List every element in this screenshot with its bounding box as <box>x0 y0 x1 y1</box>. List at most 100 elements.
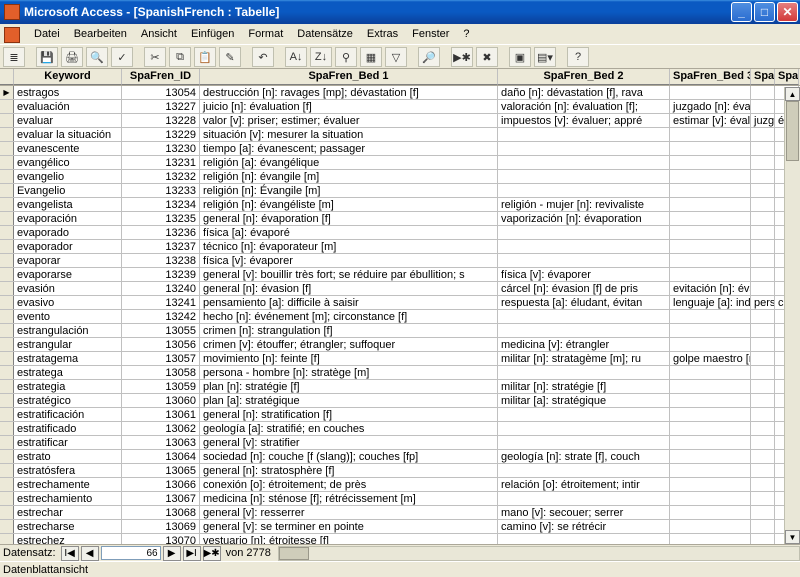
cell-bed4[interactable]: juzgar [v]: <box>751 114 775 127</box>
cell-keyword[interactable]: estratégico <box>14 394 122 407</box>
table-row[interactable]: estratificación13061general [n]: stratif… <box>0 408 800 422</box>
cell-bed2[interactable] <box>498 408 670 421</box>
table-row[interactable]: evangelio13232religión [n]: évangile [m] <box>0 170 800 184</box>
cell-bed4[interactable] <box>751 366 775 379</box>
cell-bed2[interactable]: medicina [v]: étrangler <box>498 338 670 351</box>
cell-bed1[interactable]: plan [n]: stratégie [f] <box>200 380 498 393</box>
row-selector[interactable] <box>0 268 14 281</box>
row-selector[interactable] <box>0 100 14 113</box>
cell-id[interactable]: 13062 <box>122 422 200 435</box>
next-record-button[interactable]: ▶ <box>163 546 181 561</box>
cell-bed3[interactable] <box>670 128 751 141</box>
cell-keyword[interactable]: estrangulación <box>14 324 122 337</box>
cell-bed2[interactable]: vaporización [n]: évaporation <box>498 212 670 225</box>
row-selector[interactable] <box>0 198 14 211</box>
cell-bed4[interactable] <box>751 338 775 351</box>
cell-bed3[interactable] <box>670 464 751 477</box>
cell-bed1[interactable]: general [n]: stratification [f] <box>200 408 498 421</box>
cell-id[interactable]: 13066 <box>122 478 200 491</box>
table-row[interactable]: evanescente13230tiempo [a]: évanescent; … <box>0 142 800 156</box>
cell-id[interactable]: 13059 <box>122 380 200 393</box>
cell-id[interactable]: 13069 <box>122 520 200 533</box>
cell-keyword[interactable]: evaporador <box>14 240 122 253</box>
cell-bed4[interactable] <box>751 226 775 239</box>
first-record-button[interactable]: I◀ <box>61 546 79 561</box>
cell-id[interactable]: 13060 <box>122 394 200 407</box>
cell-bed4[interactable] <box>751 324 775 337</box>
cell-bed1[interactable]: sociedad [n]: couche [f (slang)]; couche… <box>200 450 498 463</box>
cell-id[interactable]: 13242 <box>122 310 200 323</box>
cell-id[interactable]: 13057 <box>122 352 200 365</box>
cell-bed3[interactable] <box>670 366 751 379</box>
table-row[interactable]: estrategia13059plan [n]: stratégie [f]mi… <box>0 380 800 394</box>
table-row[interactable]: evento13242hecho [n]: événement [m]; cir… <box>0 310 800 324</box>
cell-bed3[interactable] <box>670 310 751 323</box>
cell-bed2[interactable]: camino [v]: se rétrécir <box>498 520 670 533</box>
cell-bed1[interactable]: pensamiento [a]: difficile à saisir <box>200 296 498 309</box>
cell-bed1[interactable]: crimen [n]: strangulation [f] <box>200 324 498 337</box>
cell-bed3[interactable] <box>670 394 751 407</box>
cell-id[interactable]: 13232 <box>122 170 200 183</box>
row-selector[interactable] <box>0 142 14 155</box>
cell-keyword[interactable]: evangelio <box>14 170 122 183</box>
find-button[interactable]: 🔎 <box>418 47 440 67</box>
filter-by-selection-button[interactable]: ⚲ <box>335 47 357 67</box>
cell-bed3[interactable]: golpe maestro [n]: cou <box>670 352 751 365</box>
row-selector[interactable] <box>0 156 14 169</box>
cell-bed3[interactable] <box>670 450 751 463</box>
col-bed4-header[interactable]: SpaFren_Bed <box>751 69 775 85</box>
cell-keyword[interactable]: estrechamente <box>14 478 122 491</box>
cell-keyword[interactable]: evaporación <box>14 212 122 225</box>
cell-bed4[interactable] <box>751 310 775 323</box>
cell-bed2[interactable]: militar [n]: stratagème [m]; ru <box>498 352 670 365</box>
cell-bed1[interactable]: general [n]: évaporation [f] <box>200 212 498 225</box>
cell-keyword[interactable]: estratega <box>14 366 122 379</box>
row-selector[interactable] <box>0 520 14 533</box>
hscroll-thumb[interactable] <box>279 547 309 560</box>
row-selector[interactable] <box>0 464 14 477</box>
cell-bed2[interactable]: militar [a]: stratégique <box>498 394 670 407</box>
sort-desc-button[interactable]: Z↓ <box>310 47 332 67</box>
cell-keyword[interactable]: estratagema <box>14 352 122 365</box>
table-row[interactable]: evaporado13236física [a]: évaporé <box>0 226 800 240</box>
row-selector[interactable] <box>0 114 14 127</box>
cell-id[interactable]: 13055 <box>122 324 200 337</box>
cell-bed1[interactable]: general [v]: se terminer en pointe <box>200 520 498 533</box>
menu-datensaetze[interactable]: Datensätze <box>291 26 359 42</box>
table-row[interactable]: evaluar la situación13229situación [v]: … <box>0 128 800 142</box>
cell-keyword[interactable]: estratificar <box>14 436 122 449</box>
cell-bed2[interactable]: religión - mujer [n]: revivaliste <box>498 198 670 211</box>
table-row[interactable]: ▶estragos13054destrucción [n]: ravages [… <box>0 86 800 100</box>
cell-bed4[interactable] <box>751 170 775 183</box>
cell-bed4[interactable] <box>751 282 775 295</box>
cell-bed1[interactable]: movimiento [n]: feinte [f] <box>200 352 498 365</box>
cell-bed1[interactable]: física [a]: évaporé <box>200 226 498 239</box>
cell-bed4[interactable] <box>751 184 775 197</box>
cell-bed3[interactable] <box>670 268 751 281</box>
new-object-button[interactable]: ▤▾ <box>534 47 556 67</box>
cell-bed1[interactable]: general [v]: bouillir très fort; se rédu… <box>200 268 498 281</box>
cell-id[interactable]: 13061 <box>122 408 200 421</box>
cell-bed1[interactable]: conexión [o]: étroitement; de près <box>200 478 498 491</box>
row-selector[interactable] <box>0 324 14 337</box>
cell-id[interactable]: 13228 <box>122 114 200 127</box>
table-row[interactable]: estrechamente13066conexión [o]: étroitem… <box>0 478 800 492</box>
menubar[interactable]: Datei Bearbeiten Ansicht Einfügen Format… <box>26 26 478 44</box>
cell-keyword[interactable]: evangelista <box>14 198 122 211</box>
cell-bed3[interactable] <box>670 254 751 267</box>
record-number-input[interactable] <box>101 546 161 560</box>
menu-fenster[interactable]: Fenster <box>406 26 455 42</box>
cell-bed1[interactable]: general [v]: stratifier <box>200 436 498 449</box>
cell-keyword[interactable]: estrechar <box>14 506 122 519</box>
cell-bed2[interactable]: daño [n]: dévastation [f], rava <box>498 86 670 99</box>
help-button[interactable]: ? <box>567 47 589 67</box>
menu-extras[interactable]: Extras <box>361 26 404 42</box>
cell-id[interactable]: 13238 <box>122 254 200 267</box>
col-bed1-header[interactable]: SpaFren_Bed 1 <box>200 69 498 85</box>
cell-bed2[interactable] <box>498 492 670 505</box>
cell-keyword[interactable]: evanescente <box>14 142 122 155</box>
cell-bed3[interactable] <box>670 520 751 533</box>
cell-bed2[interactable]: cárcel [n]: évasion [f] de pris <box>498 282 670 295</box>
format-painter-button[interactable]: ✎ <box>219 47 241 67</box>
copy-button[interactable]: ⧉ <box>169 47 191 67</box>
